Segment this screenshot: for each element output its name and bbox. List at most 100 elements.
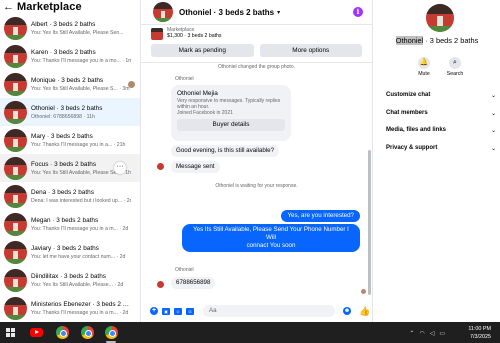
listing-thumbnail [4, 72, 27, 96]
conversation-name: Javiary · 3 beds 2 baths [31, 244, 99, 252]
listing-thumbnail [4, 16, 27, 40]
sticker-icon[interactable]: ☺ [174, 307, 182, 315]
listing-banner[interactable]: Marketplace $1,300 · 3 beds 2 baths [141, 25, 372, 42]
chat-avatar[interactable] [153, 2, 173, 22]
chat-panel: Othoniel · 3 beds 2 baths ▾ i Marketplac… [141, 0, 372, 322]
thumbs-up-icon[interactable]: 👍 [359, 306, 370, 316]
section-chat-members[interactable]: Chat members ⌄ [386, 110, 496, 117]
message-list: Othoniel changed the group photo. Othoni… [141, 63, 372, 295]
info-icon[interactable]: i [353, 7, 363, 17]
outgoing-message: Yes Its Still Available, Please Send You… [182, 224, 360, 252]
conversation-preview: You: Thanks I'll message you in a mo... … [31, 57, 131, 64]
chat-header: Othoniel · 3 beds 2 baths ▾ i [141, 0, 372, 25]
conversation-item[interactable]: Mary · 3 beds 2 baths You: Thanks I'll me… [0, 126, 140, 154]
conversation-preview: You: Thanks I'll message you in a m... ·… [31, 225, 129, 232]
read-receipt-avatar [128, 81, 135, 88]
conversation-item[interactable]: Diindilitax · 3 beds 2 baths You: Yes Its… [0, 266, 140, 294]
chat-name: Othoniel · 3 beds 2 baths [373, 36, 500, 45]
listing-thumbnail [4, 184, 27, 208]
conversation-item[interactable]: Albert · 3 beds 2 baths You: Yes Its Stil… [0, 14, 140, 42]
conversation-name: Megan · 3 beds 2 baths [31, 216, 99, 224]
youtube-icon[interactable] [30, 328, 43, 337]
conversation-name: Monique · 3 beds 2 baths [31, 76, 104, 84]
buyer-details-button[interactable]: Buyer details [177, 119, 285, 131]
conversation-name: Dena · 3 beds 2 baths [31, 188, 94, 196]
clock-date: 7/3/2025 [470, 334, 491, 340]
read-receipt-avatar [361, 289, 366, 294]
plus-icon[interactable]: + [150, 307, 158, 315]
listing-thumbnail [4, 128, 27, 152]
more-options-button[interactable]: More options [259, 44, 362, 57]
section-label: Chat members [386, 110, 428, 116]
chevron-down-icon: ⌄ [490, 111, 496, 117]
listing-thumbnail [4, 156, 27, 180]
message-input[interactable]: Aa [203, 305, 335, 317]
outgoing-message: Yes, are you interested? [281, 210, 360, 222]
conversation-name: Othoniel · 3 beds 2 baths [31, 104, 103, 112]
mark-as-pending-button[interactable]: Mark as pending [151, 44, 254, 57]
back-arrow-icon[interactable]: ← [3, 0, 17, 14]
conversation-name: Diindilitax · 3 beds 2 baths [31, 272, 106, 280]
chat-name-highlight: Othoniel [395, 36, 424, 45]
chat-title[interactable]: Othoniel · 3 beds 2 baths [179, 8, 274, 17]
conversation-item-hovered[interactable]: Focus · 3 beds 2 baths You: Yes Its Still… [0, 154, 140, 182]
incoming-message: 6788656898 [171, 277, 216, 289]
conversation-item[interactable]: Megan · 3 beds 2 baths You: Thanks I'll m… [0, 210, 140, 238]
chevron-down-icon[interactable]: ▾ [277, 9, 280, 16]
conversation-item[interactable]: Ministerios Ebenezer · 3 beds 2 baths You… [0, 294, 140, 322]
chevron-up-icon[interactable]: ⌃ [409, 330, 414, 337]
battery-icon[interactable]: ▭ [439, 330, 445, 337]
buyer-info-line: Joined Facebook in 2021 [177, 110, 233, 116]
conversation-preview: You: Yes Its Still Available, Please Sen… [31, 29, 124, 36]
mute-button[interactable]: 🔔 Mute [415, 57, 433, 77]
buyer-name: Othoniel Mejia [177, 90, 218, 97]
wifi-icon[interactable]: ◠ [419, 330, 424, 337]
listing-thumbnail [4, 212, 27, 236]
windows-start-icon[interactable] [6, 328, 15, 337]
clock[interactable]: 11:00 PM 7/3/2025 [468, 325, 491, 341]
conversation-item-active[interactable]: Othoniel · 3 beds 2 baths Othoniel: 67886… [0, 98, 140, 126]
image-icon[interactable]: ▣ [162, 307, 170, 315]
emoji-icon[interactable]: ☻ [343, 307, 351, 315]
section-privacy-support[interactable]: Privacy & support ⌄ [386, 145, 496, 152]
mute-label: Mute [418, 71, 430, 77]
chevron-down-icon: ⌄ [490, 146, 496, 152]
system-message: Othoniel changed the group photo. [217, 64, 295, 70]
listing-photo [426, 4, 454, 32]
chat-info-panel: Othoniel · 3 beds 2 baths 🔔 Mute ⌕ Searc… [372, 0, 500, 322]
incoming-message: Message sent [171, 161, 220, 173]
chrome-icon[interactable] [105, 326, 118, 339]
system-message: Othoniel is waiting for your response. [215, 183, 298, 189]
conversation-item[interactable]: Javiary · 3 beds 2 baths You: let me have… [0, 238, 140, 266]
clock-time: 11:00 PM [468, 326, 491, 332]
conversation-name: Albert · 3 beds 2 baths [31, 20, 96, 28]
conversation-item[interactable]: Monique · 3 beds 2 baths You: Yes Its Sti… [0, 70, 140, 98]
conversation-item[interactable]: Karen · 3 beds 2 baths You: Thanks I'll m… [0, 42, 140, 70]
chat-name-rest: · 3 beds 2 baths [423, 36, 479, 45]
section-customize-chat[interactable]: Customize chat ⌄ [386, 92, 496, 99]
windows-taskbar: ⌃ ◠ ◁ ▭ 11:00 PM 7/3/2025 [0, 322, 500, 343]
chrome-icon[interactable] [56, 326, 69, 339]
conversation-preview: Dena: I was interested but i looked up..… [31, 197, 131, 204]
sidebar-title: Marketplace [17, 1, 82, 13]
section-label: Privacy & support [386, 145, 438, 151]
more-options-icon[interactable]: ··· [114, 162, 126, 174]
listing-thumbnail [4, 268, 27, 292]
conversation-sidebar: ← Marketplace Albert · 3 beds 2 baths You… [0, 0, 141, 322]
search-button[interactable]: ⌕ Search [446, 57, 464, 77]
volume-icon[interactable]: ◁ [430, 330, 435, 337]
listing-thumbnail [4, 296, 27, 320]
chrome-icon[interactable] [81, 326, 94, 339]
conversation-preview: Othoniel: 6788656898 · 11h [31, 113, 95, 120]
section-media-files-links[interactable]: Media, files and links ⌄ [386, 127, 496, 134]
listing-thumbnail [4, 100, 27, 124]
conversation-name: Karen · 3 beds 2 baths [31, 48, 96, 56]
conversation-preview: You: Yes Its Still Available, Please... … [31, 281, 124, 288]
scrollbar[interactable] [368, 150, 371, 295]
conversation-preview: You: Thanks I'll message you in a m... ·… [31, 309, 129, 316]
listing-thumbnail [4, 240, 27, 264]
search-label: Search [446, 71, 464, 77]
gif-icon[interactable]: G [186, 307, 194, 315]
chevron-down-icon: ⌄ [490, 128, 496, 134]
conversation-item[interactable]: Dena · 3 beds 2 baths Dena: I was interes… [0, 182, 140, 210]
